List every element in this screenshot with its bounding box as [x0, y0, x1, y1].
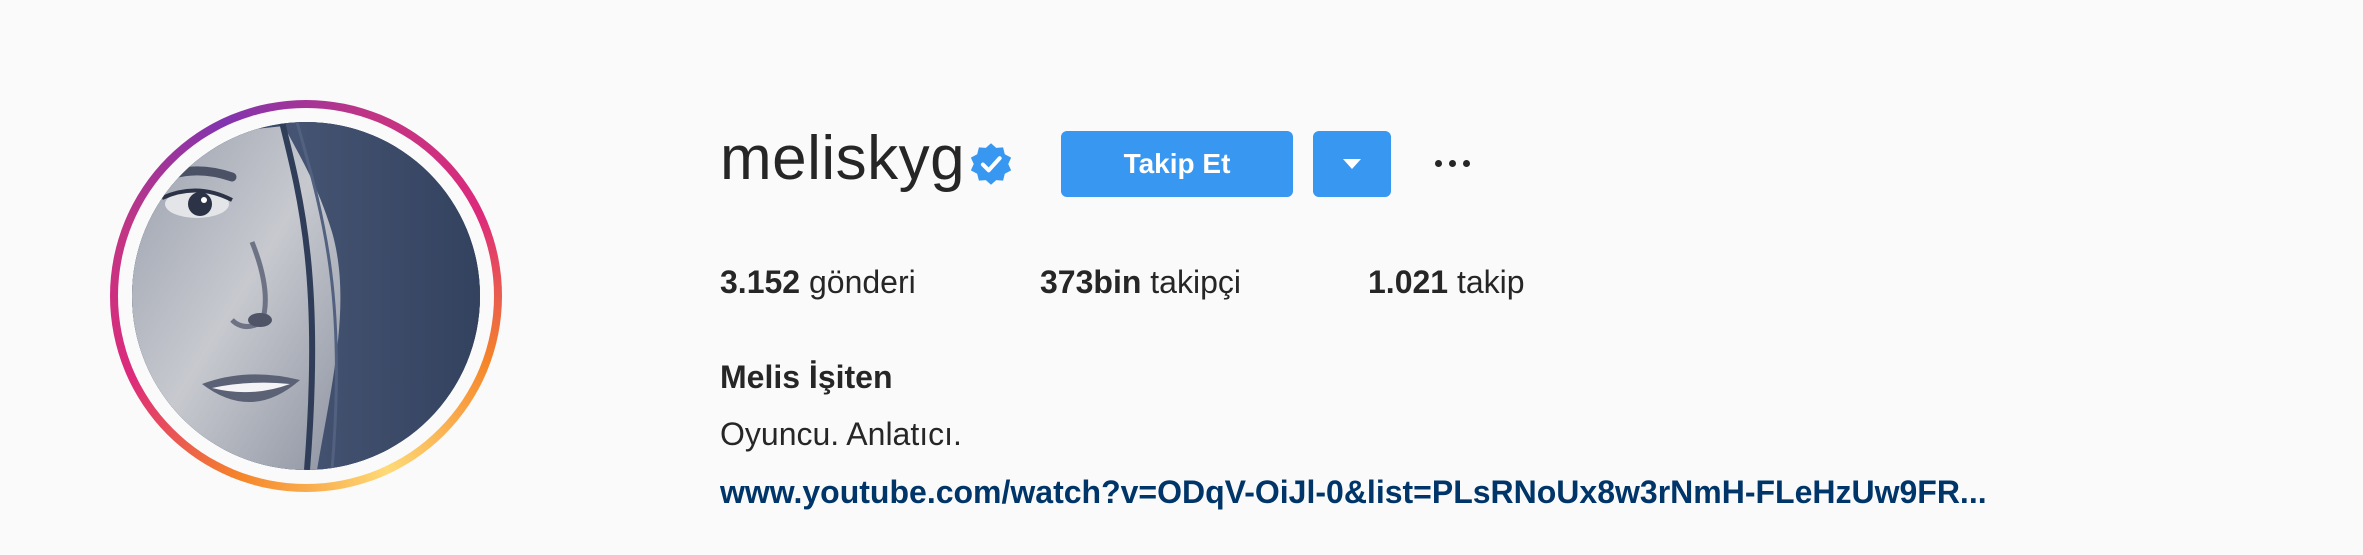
profile-photo-icon	[132, 122, 480, 470]
profile-website-link[interactable]: www.youtube.com/watch?v=ODqV-OiJl-0&list…	[720, 472, 1987, 512]
profile-username: meliskyg	[720, 124, 966, 193]
suggested-accounts-dropdown-button[interactable]	[1313, 131, 1391, 197]
posts-count-label: gönderi	[808, 264, 916, 300]
more-options-icon	[1448, 159, 1456, 167]
profile-full-name: Melis İşiten	[720, 359, 893, 395]
followers-count-value: 373bin	[1040, 264, 1142, 300]
followers-count-label: takipçi	[1150, 264, 1241, 300]
posts-count-value: 3.152	[720, 264, 801, 300]
more-options-button[interactable]	[1422, 145, 1482, 181]
profile-bio: Oyuncu. Anlatıcı.	[720, 416, 962, 452]
follow-button[interactable]: Takip Et	[1061, 131, 1293, 197]
posts-count: 3.152 gönderi	[720, 262, 916, 302]
followers-link[interactable]: 373bin takipçi	[1040, 262, 1241, 302]
avatar-story-ring[interactable]	[110, 100, 502, 492]
following-count-label: takip	[1456, 264, 1525, 300]
more-options-icon	[1462, 159, 1470, 167]
avatar[interactable]	[132, 122, 480, 470]
verified-badge-icon	[970, 143, 1012, 185]
more-options-icon	[1434, 159, 1442, 167]
following-count-value: 1.021	[1368, 264, 1449, 300]
following-link[interactable]: 1.021 takip	[1368, 262, 1525, 302]
chevron-down-icon	[1343, 159, 1361, 169]
